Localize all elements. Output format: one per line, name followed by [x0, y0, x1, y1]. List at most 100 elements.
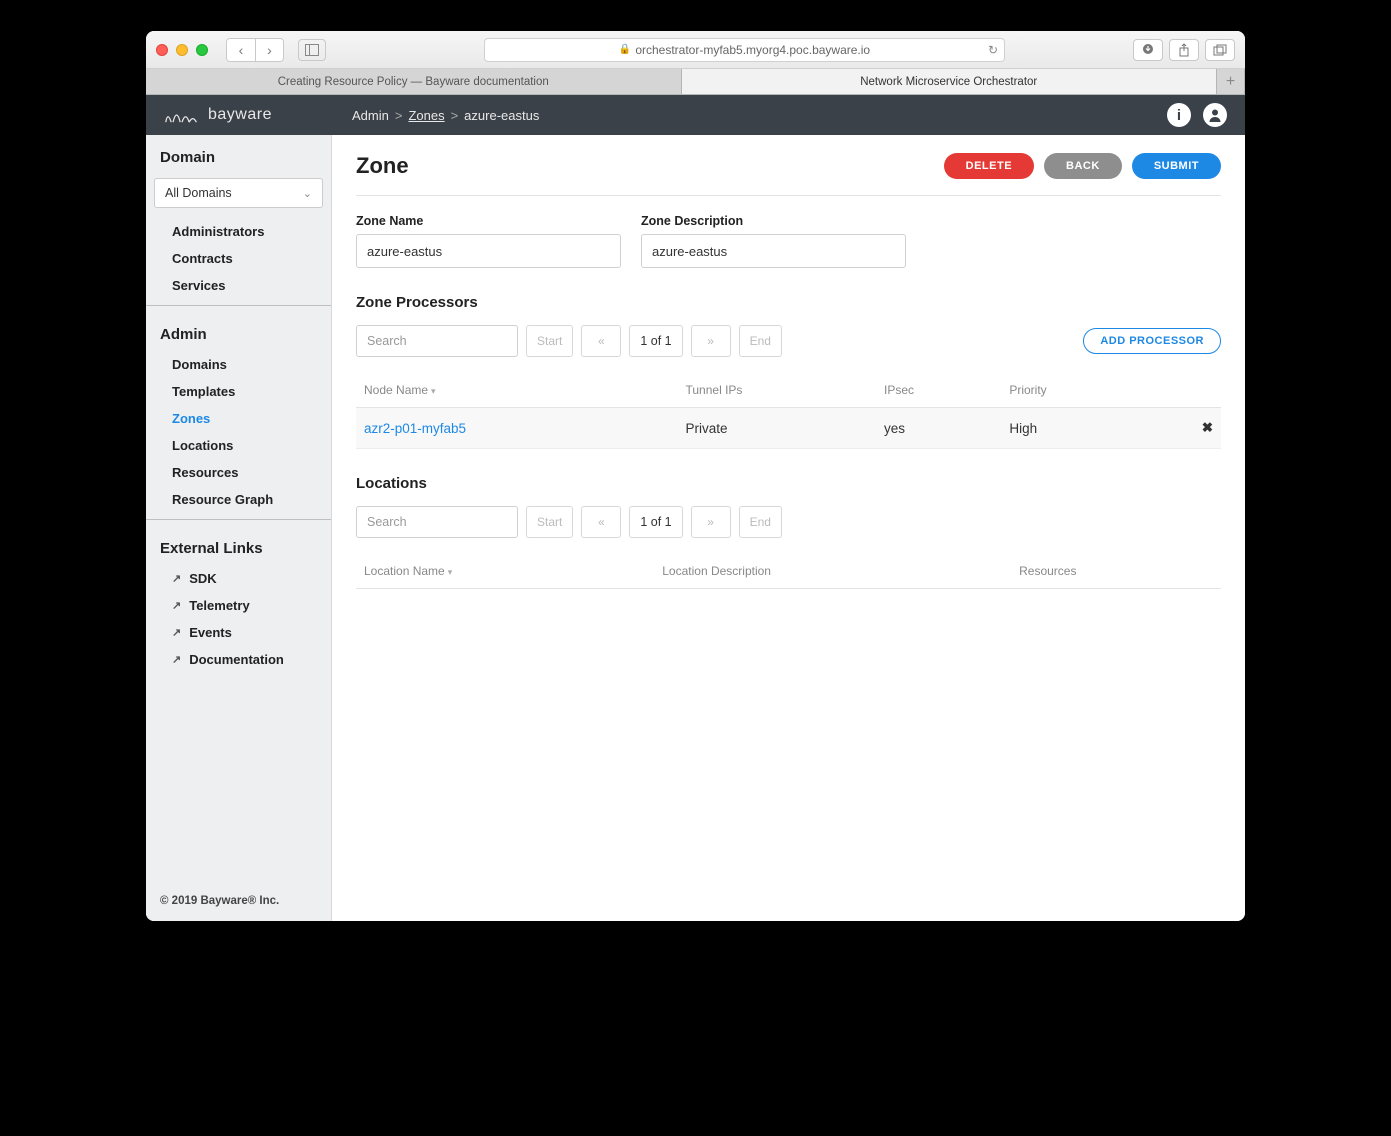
loc-col-desc[interactable]: Location Description	[654, 554, 1011, 589]
close-window[interactable]	[156, 44, 168, 56]
breadcrumb-admin[interactable]: Admin	[352, 108, 389, 123]
add-processor-button[interactable]: ADD PROCESSOR	[1083, 328, 1221, 354]
processors-search[interactable]: Search	[356, 325, 518, 357]
logo[interactable]: bayware	[164, 105, 272, 125]
external-link-icon: ↗	[172, 653, 181, 666]
processors-toolbar: Search Start « 1 of 1 » End ADD PROCESSO…	[356, 325, 1221, 357]
sidebar-footer: © 2019 Bayware® Inc.	[146, 881, 331, 921]
browser-tab-0[interactable]: Creating Resource Policy — Bayware docum…	[146, 69, 682, 94]
external-link-icon: ↗	[172, 626, 181, 639]
back-button[interactable]: BACK	[1044, 153, 1122, 179]
col-ipsec[interactable]: IPsec	[876, 373, 1001, 408]
forward-button[interactable]: ›	[255, 39, 283, 61]
sidebar: Domain All Domains ⌄ Administrators Cont…	[146, 135, 332, 921]
minimize-window[interactable]	[176, 44, 188, 56]
new-tab-button[interactable]: +	[1217, 69, 1245, 94]
reload-icon[interactable]: ↻	[988, 43, 998, 57]
breadcrumb: Admin > Zones > azure-eastus	[352, 108, 539, 123]
loc-pager-page: 1 of 1	[629, 506, 682, 538]
sidebar-item-resource-graph[interactable]: Resource Graph	[146, 486, 331, 513]
pager-start[interactable]: Start	[526, 325, 573, 357]
sidebar-ext-documentation[interactable]: ↗Documentation	[146, 646, 331, 673]
share-button[interactable]	[1169, 39, 1199, 61]
app-header: bayware Admin > Zones > azure-eastus i	[146, 95, 1245, 135]
zone-form: Zone Name Zone Description	[356, 214, 1221, 268]
page-head: Zone DELETE BACK SUBMIT	[356, 153, 1221, 196]
col-tunnel[interactable]: Tunnel IPs	[677, 373, 876, 408]
page-actions: DELETE BACK SUBMIT	[944, 153, 1221, 179]
locations-toolbar: Search Start « 1 of 1 » End	[356, 506, 1221, 538]
sidebar-item-domains[interactable]: Domains	[146, 351, 331, 378]
browser-tabs: Creating Resource Policy — Bayware docum…	[146, 69, 1245, 95]
pager-end[interactable]: End	[739, 325, 782, 357]
maximize-window[interactable]	[196, 44, 208, 56]
toolbar-right	[1133, 39, 1235, 61]
sidebar-item-administrators[interactable]: Administrators	[146, 218, 331, 245]
browser-tab-1[interactable]: Network Microservice Orchestrator	[682, 69, 1218, 94]
main-content: Zone DELETE BACK SUBMIT Zone Name Zone D…	[332, 135, 1245, 921]
lock-icon: 🔒	[619, 44, 631, 55]
chevron-down-icon: ⌄	[303, 187, 312, 200]
row-delete-icon[interactable]: ✖	[1147, 408, 1221, 449]
zone-name-input[interactable]	[356, 234, 621, 268]
pager-next[interactable]: »	[691, 325, 731, 357]
downloads-button[interactable]	[1133, 39, 1163, 61]
sort-icon: ▾	[431, 386, 436, 396]
breadcrumb-current: azure-eastus	[464, 108, 539, 123]
sidebar-ext-telemetry[interactable]: ↗Telemetry	[146, 592, 331, 619]
sidebar-item-templates[interactable]: Templates	[146, 378, 331, 405]
delete-button[interactable]: DELETE	[944, 153, 1034, 179]
zone-desc-input[interactable]	[641, 234, 906, 268]
sidebar-item-services[interactable]: Services	[146, 272, 331, 299]
loc-col-name[interactable]: Location Name▾	[356, 554, 654, 589]
sidebar-item-contracts[interactable]: Contracts	[146, 245, 331, 272]
sidebar-admin-title: Admin	[146, 312, 331, 351]
zone-desc-label: Zone Description	[641, 214, 906, 228]
cell-ipsec: yes	[876, 408, 1001, 449]
processors-table: Node Name▾ Tunnel IPs IPsec Priority azr…	[356, 373, 1221, 449]
domain-select[interactable]: All Domains ⌄	[154, 178, 323, 208]
tabs-button[interactable]	[1205, 39, 1235, 61]
locations-search[interactable]: Search	[356, 506, 518, 538]
breadcrumb-zones[interactable]: Zones	[408, 108, 444, 123]
sidebar-ext-sdk[interactable]: ↗SDK	[146, 565, 331, 592]
loc-pager-end[interactable]: End	[739, 506, 782, 538]
sidebar-item-locations[interactable]: Locations	[146, 432, 331, 459]
nav-buttons: ‹ ›	[226, 38, 284, 62]
header-icons: i	[1167, 103, 1227, 127]
cell-priority: High	[1001, 408, 1146, 449]
loc-pager-prev[interactable]: «	[581, 506, 621, 538]
submit-button[interactable]: SUBMIT	[1132, 153, 1221, 179]
browser-window: ‹ › 🔒 orchestrator-myfab5.myorg4.poc.bay…	[146, 31, 1245, 921]
loc-pager-start[interactable]: Start	[526, 506, 573, 538]
external-link-icon: ↗	[172, 572, 181, 585]
sidebar-item-zones[interactable]: Zones	[146, 405, 331, 432]
sidebar-ext-events[interactable]: ↗Events	[146, 619, 331, 646]
col-priority[interactable]: Priority	[1001, 373, 1146, 408]
back-button[interactable]: ‹	[227, 39, 255, 61]
page-title: Zone	[356, 153, 409, 179]
sidebar-toggle[interactable]	[298, 39, 326, 61]
titlebar: ‹ › 🔒 orchestrator-myfab5.myorg4.poc.bay…	[146, 31, 1245, 69]
url-text: orchestrator-myfab5.myorg4.poc.bayware.i…	[635, 43, 870, 57]
url-bar[interactable]: 🔒 orchestrator-myfab5.myorg4.poc.bayware…	[484, 38, 1005, 62]
window-controls	[156, 44, 208, 56]
table-row[interactable]: azr2-p01-myfab5 Private yes High ✖	[356, 408, 1221, 449]
col-node[interactable]: Node Name▾	[356, 373, 677, 408]
sort-icon: ▾	[448, 567, 453, 577]
pager-page: 1 of 1	[629, 325, 682, 357]
logo-icon	[164, 105, 200, 125]
locations-table: Location Name▾ Location Description Reso…	[356, 554, 1221, 589]
sidebar-domain-title: Domain	[146, 135, 331, 174]
loc-col-res[interactable]: Resources	[1011, 554, 1221, 589]
info-icon[interactable]: i	[1167, 103, 1191, 127]
cell-tunnel: Private	[677, 408, 876, 449]
cell-node[interactable]: azr2-p01-myfab5	[356, 408, 677, 449]
processors-title: Zone Processors	[356, 294, 1221, 311]
pager-prev[interactable]: «	[581, 325, 621, 357]
zone-name-label: Zone Name	[356, 214, 621, 228]
sidebar-ext-title: External Links	[146, 526, 331, 565]
loc-pager-next[interactable]: »	[691, 506, 731, 538]
user-icon[interactable]	[1203, 103, 1227, 127]
sidebar-item-resources[interactable]: Resources	[146, 459, 331, 486]
